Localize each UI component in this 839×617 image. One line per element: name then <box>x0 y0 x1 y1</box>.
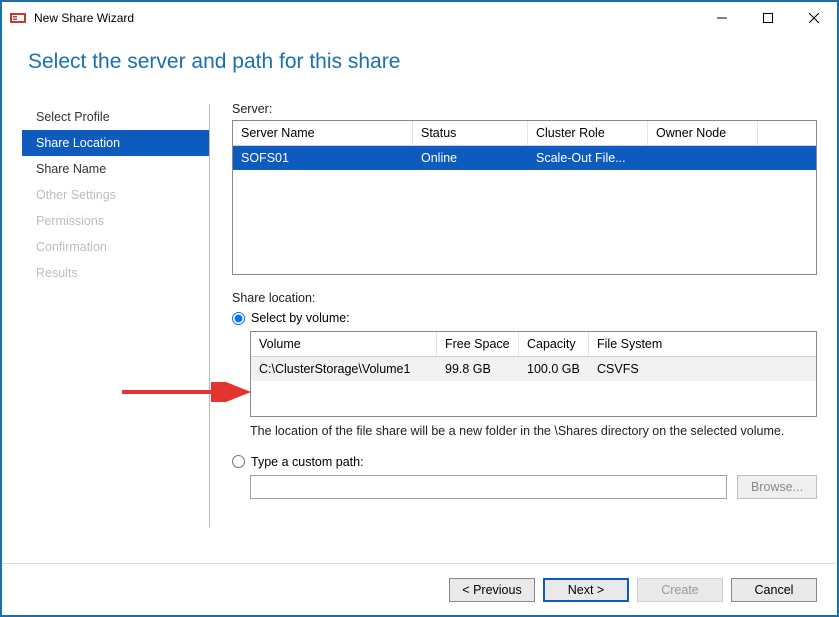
radio-select-by-volume[interactable]: Select by volume: <box>232 311 817 325</box>
main-panel: Server: Server Name Status Cluster Role … <box>210 98 817 533</box>
step-other-settings: Other Settings <box>22 182 209 208</box>
col-status[interactable]: Status <box>413 121 528 145</box>
col-owner-node[interactable]: Owner Node <box>648 121 758 145</box>
cell-file-system: CSVFS <box>589 357 816 381</box>
step-results: Results <box>22 260 209 286</box>
close-button[interactable] <box>791 2 837 34</box>
previous-button[interactable]: < Previous <box>449 578 535 602</box>
radio-custom-path-label: Type a custom path: <box>251 455 364 469</box>
cell-capacity: 100.0 GB <box>519 357 589 381</box>
col-volume[interactable]: Volume <box>251 332 437 356</box>
cell-cluster-role: Scale-Out File... <box>528 146 648 170</box>
radio-custom-path[interactable]: Type a custom path: <box>232 455 817 469</box>
volume-table[interactable]: Volume Free Space Capacity File System C… <box>250 331 817 417</box>
col-cluster-role[interactable]: Cluster Role <box>528 121 648 145</box>
wizard-sidebar: Select Profile Share Location Share Name… <box>22 98 210 533</box>
server-table-header: Server Name Status Cluster Role Owner No… <box>233 121 816 146</box>
step-confirmation: Confirmation <box>22 234 209 260</box>
server-label: Server: <box>232 102 817 116</box>
col-server-name[interactable]: Server Name <box>233 121 413 145</box>
volume-table-header: Volume Free Space Capacity File System <box>251 332 816 357</box>
server-table[interactable]: Server Name Status Cluster Role Owner No… <box>232 120 817 275</box>
radio-select-by-volume-input[interactable] <box>232 312 245 325</box>
cell-server-name: SOFS01 <box>233 146 413 170</box>
next-button[interactable]: Next > <box>543 578 629 602</box>
step-select-profile[interactable]: Select Profile <box>22 104 209 130</box>
cell-volume: C:\ClusterStorage\Volume1 <box>251 357 437 381</box>
col-spacer <box>758 121 816 145</box>
cancel-button[interactable]: Cancel <box>731 578 817 602</box>
app-icon <box>10 10 26 26</box>
maximize-button[interactable] <box>745 2 791 34</box>
radio-custom-path-input[interactable] <box>232 455 245 468</box>
window-controls <box>699 2 837 34</box>
share-location-label: Share location: <box>232 291 817 305</box>
minimize-button[interactable] <box>699 2 745 34</box>
footer: < Previous Next > Create Cancel <box>2 563 837 615</box>
window-title: New Share Wizard <box>34 11 699 25</box>
cell-free-space: 99.8 GB <box>437 357 519 381</box>
titlebar: New Share Wizard <box>2 2 837 34</box>
step-share-location[interactable]: Share Location <box>22 130 209 156</box>
col-free-space[interactable]: Free Space <box>437 332 519 356</box>
server-row[interactable]: SOFS01 Online Scale-Out File... <box>233 146 816 170</box>
volume-row[interactable]: C:\ClusterStorage\Volume1 99.8 GB 100.0 … <box>251 357 816 381</box>
cell-status: Online <box>413 146 528 170</box>
col-capacity[interactable]: Capacity <box>519 332 589 356</box>
page-title: Select the server and path for this shar… <box>2 34 837 98</box>
radio-select-by-volume-label: Select by volume: <box>251 311 350 325</box>
cell-owner-node <box>648 146 758 170</box>
volume-hint: The location of the file share will be a… <box>250 423 817 441</box>
browse-button: Browse... <box>737 475 817 499</box>
col-file-system[interactable]: File System <box>589 332 816 356</box>
step-share-name[interactable]: Share Name <box>22 156 209 182</box>
create-button: Create <box>637 578 723 602</box>
step-permissions: Permissions <box>22 208 209 234</box>
custom-path-input[interactable] <box>250 475 727 499</box>
